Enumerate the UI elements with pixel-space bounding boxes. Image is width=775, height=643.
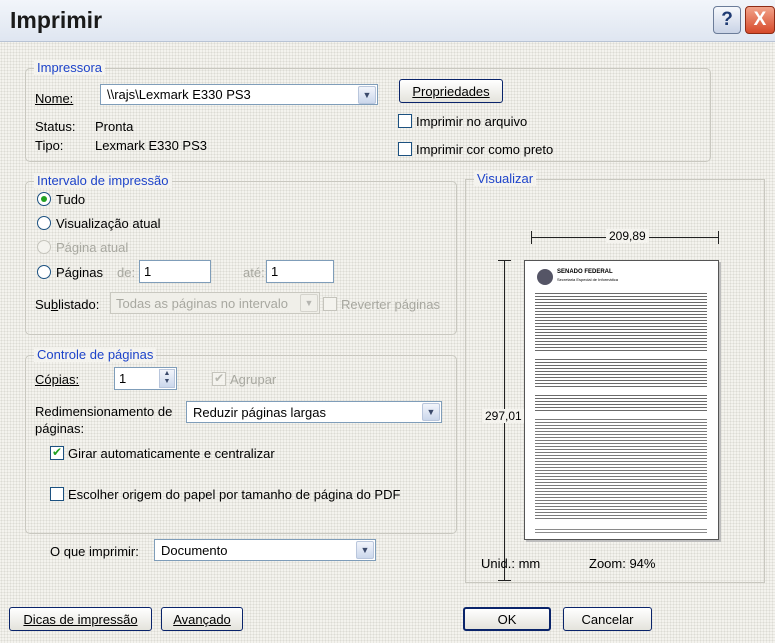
collate-checkbox[interactable]: [212, 371, 226, 386]
range-pages-label[interactable]: Páginas: [56, 265, 103, 280]
range-current-page-label: Página atual: [56, 240, 129, 255]
doc-title: SENADO FEDERAL: [557, 269, 613, 275]
what-to-print-select[interactable]: Documento ▼: [154, 539, 376, 561]
scaling-label-line1: Redimensionamento de: [35, 404, 173, 419]
width-dimension-tick: [718, 231, 719, 244]
copies-stepper[interactable]: 1 ▲ ▼: [114, 367, 177, 390]
spin-arrows-icon[interactable]: ▲ ▼: [159, 369, 175, 388]
range-current-view-label[interactable]: Visualização atual: [56, 216, 161, 231]
preview-legend: Visualizar: [474, 171, 537, 186]
print-color-as-black-checkbox[interactable]: [398, 142, 412, 156]
printer-name-label: Nome:: [35, 91, 74, 106]
doc-text-block: [535, 417, 707, 521]
reverse-pages-label: Reverter páginas: [341, 297, 440, 312]
copies-value: 1: [119, 371, 127, 386]
range-all-label[interactable]: Tudo: [56, 192, 85, 207]
scaling-select-value: Reduzir páginas largas: [193, 405, 326, 420]
copies-label: Cópias:: [35, 372, 80, 387]
page-width-value: 209,89: [606, 229, 649, 243]
subset-label: Sublistado:: [35, 297, 100, 312]
properties-button[interactable]: Propriedades: [399, 79, 503, 103]
chevron-down-icon[interactable]: ▼: [356, 541, 374, 559]
subset-select-value: Todas as páginas no intervalo: [116, 296, 289, 311]
advanced-button[interactable]: Avançado: [161, 607, 243, 631]
printer-select[interactable]: \\rajs\Lexmark E330 PS3 ▼: [100, 84, 378, 105]
range-all-radio[interactable]: [37, 192, 51, 206]
chevron-down-icon[interactable]: ▼: [300, 294, 318, 312]
seal-icon: [537, 269, 553, 285]
print-dialog: Impressora Nome: \\rajs\Lexmark E330 PS3…: [0, 42, 775, 643]
close-button[interactable]: X: [745, 6, 775, 34]
what-to-print-label: O que imprimir:: [50, 544, 139, 559]
doc-footer: [535, 527, 707, 533]
print-range-legend: Intervalo de impressão: [34, 173, 172, 188]
doc-text-block: [535, 393, 707, 411]
type-value: Lexmark E330 PS3: [95, 138, 208, 153]
cancel-button[interactable]: Cancelar: [563, 607, 652, 631]
auto-rotate-checkbox[interactable]: [50, 445, 64, 460]
range-current-view-radio[interactable]: [37, 216, 51, 230]
status-value: Pronta: [95, 119, 134, 134]
range-to-label: até:: [243, 265, 265, 280]
page-thumbnail: SENADO FEDERAL Secretaria Especial de In…: [524, 260, 719, 540]
window-title: Imprimir: [10, 7, 103, 33]
doc-text-block: [535, 291, 707, 351]
help-button[interactable]: ?: [713, 6, 741, 34]
scaling-label-line2: páginas:: [35, 421, 85, 436]
print-tips-button[interactable]: Dicas de impressão: [9, 607, 152, 631]
height-dimension-tick: [498, 580, 511, 581]
range-from-label: de:: [117, 265, 136, 280]
chevron-down-icon[interactable]: ▼: [358, 86, 376, 104]
type-label: Tipo:: [35, 138, 64, 153]
paper-source-checkbox[interactable]: [50, 487, 64, 501]
ok-button[interactable]: OK: [463, 607, 551, 631]
width-dimension-tick: [531, 231, 532, 244]
reverse-pages-checkbox[interactable]: [323, 297, 337, 311]
height-dimension-tick: [498, 260, 511, 261]
range-pages-radio[interactable]: [37, 265, 51, 279]
scaling-select[interactable]: Reduzir páginas largas ▼: [186, 401, 442, 423]
range-from-input[interactable]: [139, 260, 211, 283]
chevron-down-icon[interactable]: ▼: [422, 403, 440, 421]
title-bar: Imprimir ? X: [0, 0, 775, 42]
auto-rotate-label[interactable]: Girar automaticamente e centralizar: [68, 446, 275, 461]
page-handling-legend: Controle de páginas: [34, 347, 157, 362]
subset-select[interactable]: Todas as páginas no intervalo ▼: [110, 292, 320, 314]
page-height-value: 297,01: [482, 409, 525, 423]
print-to-file-label[interactable]: Imprimir no arquivo: [416, 114, 527, 129]
collate-label: Agrupar: [230, 372, 277, 387]
paper-source-label[interactable]: Escolher origem do papel por tamanho de …: [68, 487, 400, 502]
units-label: Unid.: mm: [481, 556, 541, 571]
print-to-file-checkbox[interactable]: [398, 114, 412, 128]
range-current-page-radio[interactable]: [37, 240, 51, 254]
doc-subtitle: Secretaria Especial de Informática: [557, 277, 618, 282]
range-to-input[interactable]: [266, 260, 334, 283]
printer-legend: Impressora: [34, 60, 106, 75]
zoom-label: Zoom: 94%: [589, 556, 656, 571]
doc-text-block: [535, 357, 707, 387]
what-to-print-value: Documento: [161, 543, 228, 558]
status-label: Status:: [35, 119, 76, 134]
print-color-as-black-label[interactable]: Imprimir cor como preto: [416, 142, 553, 157]
printer-select-value: \\rajs\Lexmark E330 PS3: [107, 87, 251, 102]
